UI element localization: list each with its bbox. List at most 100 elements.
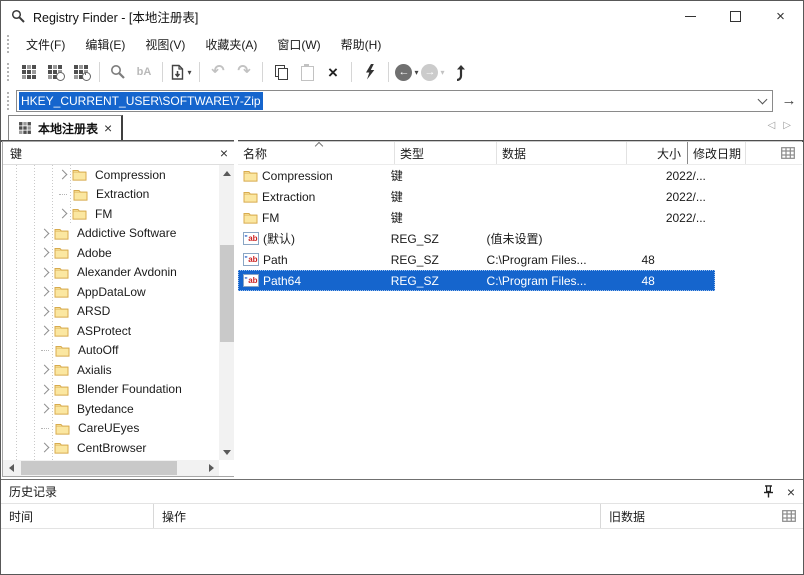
paste-button[interactable]	[295, 60, 319, 84]
tree-item[interactable]: Compression	[3, 165, 219, 185]
scroll-right-button[interactable]	[203, 460, 219, 476]
column-chooser-icon[interactable]	[781, 147, 795, 159]
tree-item[interactable]: Blender Foundation	[3, 380, 219, 400]
menu-item[interactable]: 窗口(W)	[267, 32, 330, 57]
refresh-button[interactable]	[358, 60, 382, 84]
value-cell-size	[604, 186, 661, 207]
copy-button[interactable]	[269, 60, 293, 84]
reg-sz-icon: ab	[243, 232, 259, 245]
go-up-button[interactable]	[447, 60, 471, 84]
tree-item[interactable]: AutoOff	[3, 341, 219, 361]
navigate-forward-button[interactable]: → ▾	[421, 60, 445, 84]
delete-button[interactable]: ×	[321, 60, 345, 84]
value-row[interactable]: abPath REG_SZ C:\Program Files... 48	[238, 249, 802, 270]
tree-item-label: FM	[95, 206, 113, 221]
scroll-down-button[interactable]	[219, 444, 235, 460]
expand-chevron-icon[interactable]	[39, 228, 50, 239]
value-cell-type: 键	[390, 211, 403, 225]
tree-vertical-scrollbar[interactable]	[219, 165, 235, 460]
column-header-type[interactable]: 类型	[395, 142, 497, 164]
minimize-button[interactable]	[668, 1, 713, 31]
tree-item[interactable]: Alexander Avdonin	[3, 263, 219, 283]
menu-item[interactable]: 帮助(H)	[331, 32, 392, 57]
tree-item[interactable]: CareUEyes	[3, 419, 219, 439]
tab-close-icon[interactable]: ×	[104, 121, 112, 135]
expand-chevron-icon[interactable]	[39, 267, 50, 278]
redo-button[interactable]: ↷	[232, 60, 256, 84]
expand-chevron-icon[interactable]	[39, 247, 50, 258]
column-header-data[interactable]: 数据	[497, 142, 627, 164]
history-column-old-data[interactable]: 旧数据	[601, 504, 803, 528]
expand-chevron-icon[interactable]	[39, 403, 50, 414]
history-close-icon[interactable]: ×	[787, 485, 795, 499]
toolbar-grip-handle[interactable]	[7, 63, 10, 81]
tab-scroll-right-icon[interactable]: ▷	[783, 120, 791, 131]
tree-item[interactable]: FM	[3, 204, 219, 224]
tree-item[interactable]: Axialis	[3, 360, 219, 380]
history-column-operation[interactable]: 操作	[154, 504, 601, 528]
tree-item[interactable]: CentBrowser	[3, 438, 219, 458]
value-row[interactable]: FM 键 2022/...	[238, 207, 802, 228]
toolbar-separator	[262, 62, 263, 82]
menu-item[interactable]: 视图(V)	[135, 32, 195, 57]
disconnect-registry-button[interactable]	[69, 60, 93, 84]
menu-item[interactable]: 编辑(E)	[75, 32, 135, 57]
column-header-modified[interactable]: 修改日期	[688, 142, 746, 164]
maximize-icon	[730, 10, 741, 22]
tree-item-label: Axialis	[77, 362, 112, 377]
tree-item-label: Addictive Software	[77, 226, 177, 241]
expand-chevron-icon[interactable]	[39, 306, 50, 317]
connect-remote-registry-button[interactable]	[43, 60, 67, 84]
expand-chevron-icon[interactable]	[39, 384, 50, 395]
address-dropdown-button[interactable]	[753, 91, 771, 110]
expand-chevron-icon[interactable]	[57, 208, 68, 219]
tree-horizontal-scrollbar[interactable]	[3, 460, 219, 476]
value-cell-mod	[661, 270, 715, 291]
horizontal-scroll-thumb[interactable]	[21, 461, 177, 475]
value-row[interactable]: ab(默认) REG_SZ (值未设置)	[238, 228, 802, 249]
scroll-left-button[interactable]	[3, 460, 19, 476]
menu-item[interactable]: 文件(F)	[16, 32, 75, 57]
vertical-scroll-thumb[interactable]	[220, 244, 234, 342]
tree-item[interactable]: Bytedance	[3, 399, 219, 419]
tree-item[interactable]: Addictive Software	[3, 224, 219, 244]
tree-item[interactable]: ARSD	[3, 302, 219, 322]
tab-local-registry[interactable]: 本地注册表 ×	[8, 115, 124, 140]
expand-chevron-icon[interactable]	[39, 442, 50, 453]
tree-leaf-dash	[41, 349, 49, 351]
value-row[interactable]: Extraction 键 2022/...	[238, 186, 802, 207]
menu-item[interactable]: 收藏夹(A)	[195, 32, 267, 57]
history-column-chooser-icon[interactable]	[782, 510, 796, 522]
scroll-up-button[interactable]	[219, 165, 235, 181]
expand-chevron-icon[interactable]	[57, 169, 68, 180]
column-header-size[interactable]: 大小	[627, 142, 688, 164]
navigate-back-button[interactable]: ← ▾	[395, 60, 419, 84]
expand-chevron-icon[interactable]	[39, 325, 50, 336]
undo-button[interactable]: ↶	[206, 60, 230, 84]
column-header-name[interactable]: 名称	[238, 141, 395, 164]
close-button[interactable]: ×	[758, 1, 803, 31]
value-row[interactable]: abPath64 REG_SZ C:\Program Files... 48	[238, 270, 802, 291]
maximize-button[interactable]	[713, 1, 758, 31]
history-column-time[interactable]: 时间	[1, 504, 154, 528]
tree-item[interactable]: Adobe	[3, 243, 219, 263]
expand-chevron-icon[interactable]	[39, 364, 50, 375]
undo-icon: ↶	[211, 63, 225, 80]
find-button[interactable]	[106, 60, 130, 84]
go-button[interactable]: →	[777, 90, 801, 112]
menubar-grip-handle[interactable]	[7, 35, 10, 53]
expand-chevron-icon[interactable]	[39, 286, 50, 297]
folder-icon	[72, 209, 87, 220]
import-reg-file-button[interactable]: ▾	[169, 60, 193, 84]
pin-icon[interactable]	[763, 485, 774, 498]
tree-item[interactable]: ASProtect	[3, 321, 219, 341]
tab-scroll-left-icon[interactable]: ◁	[768, 120, 776, 131]
addressbar-grip-handle[interactable]	[7, 91, 10, 110]
address-input[interactable]: HKEY_CURRENT_USER\SOFTWARE\7-Zip	[16, 89, 773, 112]
replace-button[interactable]: bA	[132, 60, 156, 84]
key-panel-close-icon[interactable]: ×	[220, 146, 228, 160]
connect-local-registry-button[interactable]	[17, 60, 41, 84]
tree-item[interactable]: Extraction	[3, 185, 219, 205]
tree-item[interactable]: AppDataLow	[3, 282, 219, 302]
value-row[interactable]: Compression 键 2022/...	[238, 165, 802, 186]
